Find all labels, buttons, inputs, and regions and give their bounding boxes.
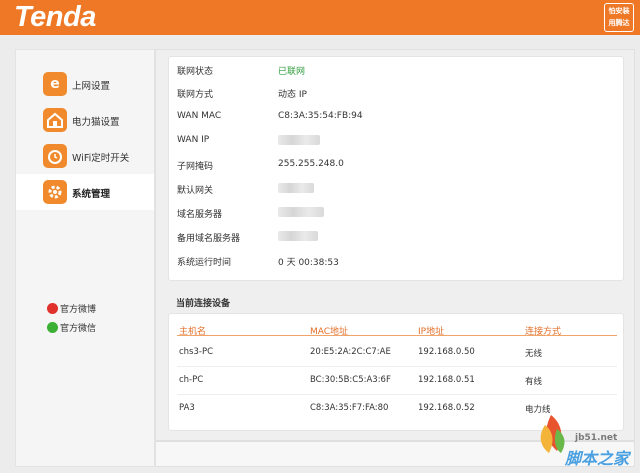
status-row-dns: 域名服务器	[177, 207, 617, 231]
weibo-icon	[47, 303, 58, 314]
cell-type: 无线	[525, 349, 543, 359]
sidebar-item-label: 系统管理	[72, 189, 111, 200]
column-header-ip: IP地址	[418, 327, 445, 337]
sidebar-item-label: WiFi定时开关	[72, 153, 130, 164]
sidebar-item-powerline-settings[interactable]: 电力猫设置	[16, 102, 154, 138]
system-gear-icon	[43, 180, 67, 204]
status-label: 系统运行时间	[177, 258, 232, 268]
status-row-subnet-mask: 子网掩码 255.255.248.0	[177, 159, 617, 183]
internet-e-icon: e	[43, 72, 67, 96]
status-value: 255.255.248.0	[278, 159, 344, 169]
watermark-url: jb51.net	[575, 433, 618, 443]
status-label: 联网状态	[177, 67, 214, 77]
status-label: 子网掩码	[177, 162, 214, 172]
top-header: Tenda 怕安装 用腾达	[0, 0, 640, 35]
wechat-icon	[47, 322, 58, 333]
redacted-value	[278, 135, 320, 148]
status-value: C8:3A:35:54:FB:94	[278, 111, 363, 121]
table-row: ch-PC BC:30:5B:C5:A3:6F 192.168.0.51 有线	[177, 367, 617, 395]
main-panel: 联网状态 已联网 联网方式 动态 IP WAN MAC C8:3A:35:54:…	[155, 49, 635, 441]
wechat-label: 官方微信	[60, 324, 97, 334]
wifi-timer-icon	[43, 144, 67, 168]
sidebar-item-system-management[interactable]: 系统管理	[16, 174, 154, 210]
status-row-uptime: 系统运行时间 0 天 00:38:53	[177, 255, 617, 279]
system-status-card: 联网状态 已联网 联网方式 动态 IP WAN MAC C8:3A:35:54:…	[168, 56, 624, 281]
redacted-value	[278, 207, 324, 220]
connected-devices-title: 当前连接设备	[176, 299, 231, 309]
status-value: 0 天 00:38:53	[278, 258, 339, 268]
watermark-text: 脚本之家	[565, 449, 630, 468]
redacted-value	[278, 183, 314, 196]
status-row-gateway: 默认网关	[177, 183, 617, 207]
status-label: 备用域名服务器	[177, 234, 241, 244]
cell-mac: C8:3A:35:F7:FA:80	[310, 403, 389, 413]
status-label: 联网方式	[177, 90, 214, 100]
badge-line-1: 怕安装	[608, 7, 630, 15]
status-label: 域名服务器	[177, 210, 223, 220]
sidebar: e 上网设置 电力猫设置 WiFi定时开关 系统管理 官方微博 官方微信	[15, 49, 155, 467]
sidebar-item-wifi-timer[interactable]: WiFi定时开关	[16, 138, 154, 174]
badge-line-2: 用腾达	[608, 19, 630, 27]
cell-mac: BC:30:5B:C5:A3:6F	[310, 375, 391, 385]
sidebar-item-internet-settings[interactable]: e 上网设置	[16, 66, 154, 102]
tenda-logo: Tenda	[14, 1, 96, 33]
weibo-link[interactable]: 官方微博	[47, 302, 96, 315]
sidebar-item-label: 上网设置	[72, 81, 111, 92]
wechat-link[interactable]: 官方微信	[47, 321, 96, 334]
status-row-connection: 联网状态 已联网	[177, 64, 617, 88]
status-row-mode: 联网方式 动态 IP	[177, 87, 617, 111]
status-value: 动态 IP	[278, 90, 307, 100]
cell-ip: 192.168.0.50	[418, 347, 475, 357]
powerline-house-icon	[43, 108, 67, 132]
status-label: WAN MAC	[177, 111, 222, 121]
column-header-host: 主机名	[179, 327, 207, 337]
table-header: 主机名 MAC地址 IP地址 连接方式	[177, 324, 617, 337]
column-header-mac: MAC地址	[310, 327, 349, 337]
status-row-wan-mac: WAN MAC C8:3A:35:54:FB:94	[177, 111, 617, 135]
status-label: WAN IP	[177, 135, 210, 145]
status-row-wan-ip: WAN IP	[177, 135, 617, 159]
weibo-label: 官方微博	[60, 305, 97, 315]
cell-ip: 192.168.0.52	[418, 403, 475, 413]
cell-type: 有线	[525, 377, 543, 387]
cell-host: chs3-PC	[179, 347, 214, 357]
cell-mac: 20:E5:2A:2C:C7:AE	[310, 347, 391, 357]
cell-host: PA3	[179, 403, 195, 413]
cell-host: ch-PC	[179, 375, 204, 385]
sidebar-item-label: 电力猫设置	[72, 117, 120, 128]
watermark: jb51.net 脚本之家	[525, 395, 640, 473]
table-row: chs3-PC 20:E5:2A:2C:C7:AE 192.168.0.50 无…	[177, 339, 617, 367]
cell-ip: 192.168.0.51	[418, 375, 475, 385]
status-label: 默认网关	[177, 186, 214, 196]
status-value: 已联网	[278, 67, 306, 77]
status-row-backup-dns: 备用域名服务器	[177, 231, 617, 255]
column-header-type: 连接方式	[525, 327, 562, 337]
redacted-value	[278, 231, 318, 244]
slogan-badge: 怕安装 用腾达	[604, 3, 634, 32]
